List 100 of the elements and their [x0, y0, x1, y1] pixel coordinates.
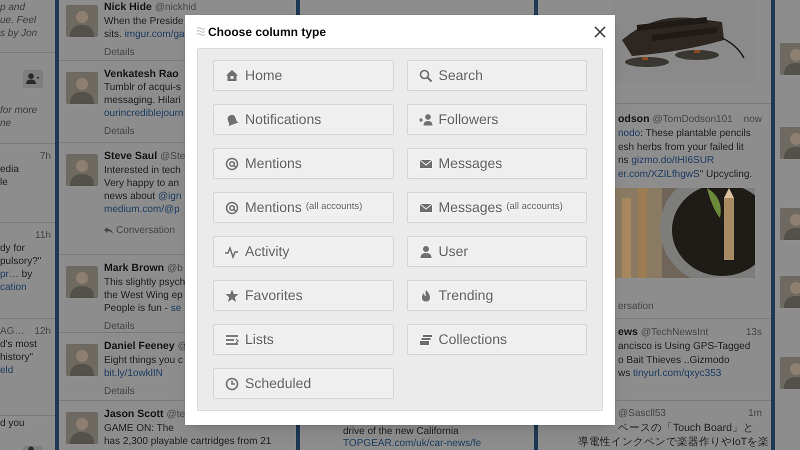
tweet-text: messaging. Hilari: [104, 94, 181, 107]
column-type-button[interactable]: Messages (all accounts): [406, 192, 587, 223]
avatar: [66, 266, 98, 298]
timestamp: 12h: [34, 325, 51, 338]
column-type-button[interactable]: Mentions (all accounts): [213, 192, 394, 223]
drag-handle-icon: [197, 26, 205, 36]
tweet-text: drive of the new California: [343, 426, 459, 438]
column-type-button[interactable]: Collections: [406, 324, 587, 355]
avatar: [66, 344, 98, 376]
at-icon: [225, 200, 239, 214]
tweet-text: the West Wing ep: [104, 289, 183, 302]
tweet-text: pulsory?": [0, 255, 42, 268]
dialog-title: Choose column type: [208, 24, 328, 40]
bell-icon: [225, 112, 239, 126]
user-name: Venkatesh Rao: [104, 67, 179, 81]
tweet-text: ベースの「Touch Board」と: [618, 420, 754, 434]
tweet-text: Eight things you c: [104, 354, 183, 367]
timestamp: 7h: [40, 150, 52, 163]
user-handle: @te: [166, 408, 186, 422]
note-text: for more: [0, 104, 38, 117]
user-handle: @nickhid: [154, 1, 196, 15]
user-handle: @Ste: [160, 150, 186, 164]
link[interactable]: imgur.com/ga: [124, 29, 185, 40]
star-icon: [225, 288, 239, 302]
tweet-text: ancisco is Using GPS-Tagged: [618, 340, 750, 354]
avatar: [780, 127, 800, 159]
tweet-text: le: [0, 176, 8, 189]
conversation-link[interactable]: Conversation: [116, 224, 175, 237]
user-name: odson: [618, 112, 650, 126]
link[interactable]: TOPGEAR.com/uk/car-news/fe: [343, 438, 482, 450]
user-handle: @TomDodson101: [652, 113, 733, 127]
tweet-text: ws: [618, 368, 632, 379]
avatar: [66, 154, 98, 186]
link[interactable]: eld: [0, 364, 14, 377]
link[interactable]: gizmo.do/tHI6SUR: [631, 155, 714, 166]
reply-icon: [104, 227, 113, 234]
link[interactable]: ourincrediblejourn: [104, 107, 184, 120]
column-type-button[interactable]: Lists: [213, 324, 394, 355]
tweet-text: o Bait Thieves ..Gizmodo: [618, 354, 730, 367]
user-name: Steve Saul: [104, 149, 158, 163]
link[interactable]: medium.com/@p: [104, 203, 180, 216]
column-type-button[interactable]: Followers: [406, 104, 587, 135]
tweet-text: edia: [0, 163, 19, 176]
tweet-text: : These plantable pencils: [640, 128, 751, 139]
tweet-text: has 2,300 playable cartridges from 21: [104, 435, 272, 448]
user-name: Nick Hide: [104, 0, 152, 14]
column-type-button[interactable]: Notifications: [213, 104, 394, 135]
conversation-link[interactable]: ersation: [618, 300, 654, 313]
tweet-text: When the Preside: [104, 15, 184, 28]
details-link[interactable]: Details: [104, 125, 135, 138]
link[interactable]: er.com/XZILfhgwS: [618, 168, 700, 180]
details-link[interactable]: Details: [104, 320, 135, 333]
follow-button[interactable]: [23, 70, 43, 88]
avatar: [66, 412, 98, 444]
tweet-text: This slightly psych: [104, 276, 186, 289]
details-link[interactable]: Details: [104, 46, 135, 59]
close-button[interactable]: [593, 24, 607, 38]
link[interactable]: cation: [0, 281, 27, 294]
note-text: ne: [0, 117, 12, 130]
column-type-button[interactable]: Favorites: [213, 280, 394, 311]
user-handle: @Sascll53: [618, 406, 666, 420]
home-icon: [225, 68, 239, 82]
user-name: Jason Scott: [104, 407, 164, 421]
tweet-text: sits.: [104, 29, 123, 40]
link[interactable]: nodo: [618, 128, 640, 139]
timestamp: 11h: [35, 229, 52, 242]
column-type-button[interactable]: Search: [406, 60, 587, 91]
details-link[interactable]: Details: [104, 385, 135, 398]
tweet-text: People is fun -: [104, 303, 169, 314]
user-name: Mark Brown: [104, 261, 164, 275]
avatar: [780, 357, 800, 389]
at-icon: [225, 156, 239, 170]
column-type-button[interactable]: User: [406, 236, 587, 267]
timestamp: 13s: [746, 326, 762, 340]
user-name: Daniel Feeney: [104, 339, 175, 353]
link[interactable]: pr…: [0, 269, 19, 280]
list-icon: [225, 332, 239, 346]
tweet-text: d's most: [0, 338, 37, 351]
tweet-text: Interested in tech: [104, 164, 181, 177]
column-type-button[interactable]: Messages: [406, 148, 587, 179]
link[interactable]: bit.ly/1owklIN: [104, 367, 163, 380]
link[interactable]: se: [170, 303, 182, 314]
column-type-button[interactable]: Trending: [406, 280, 587, 311]
column-type-button[interactable]: Activity: [213, 236, 394, 267]
tweet-text: news about: [104, 191, 156, 202]
tweet-text: GAME ON: The: [104, 422, 174, 435]
tweet-text: d you: [0, 417, 24, 430]
close-icon: [594, 26, 606, 38]
link[interactable]: @ign: [158, 191, 182, 202]
timestamp: now: [744, 113, 762, 127]
pulse-icon: [225, 244, 239, 258]
column-type-button[interactable]: Scheduled: [213, 368, 394, 399]
column-type-button[interactable]: Mentions: [213, 148, 394, 179]
avatar: [66, 5, 98, 37]
column-type-button[interactable]: Home: [213, 60, 394, 91]
link[interactable]: tinyurl.com/qxyc353: [633, 368, 722, 379]
tweet-text: ns: [618, 155, 630, 166]
tweet-text: Very happy to an: [104, 177, 180, 190]
stack-icon: [418, 332, 432, 346]
note-text: s by Jon: [0, 27, 38, 40]
